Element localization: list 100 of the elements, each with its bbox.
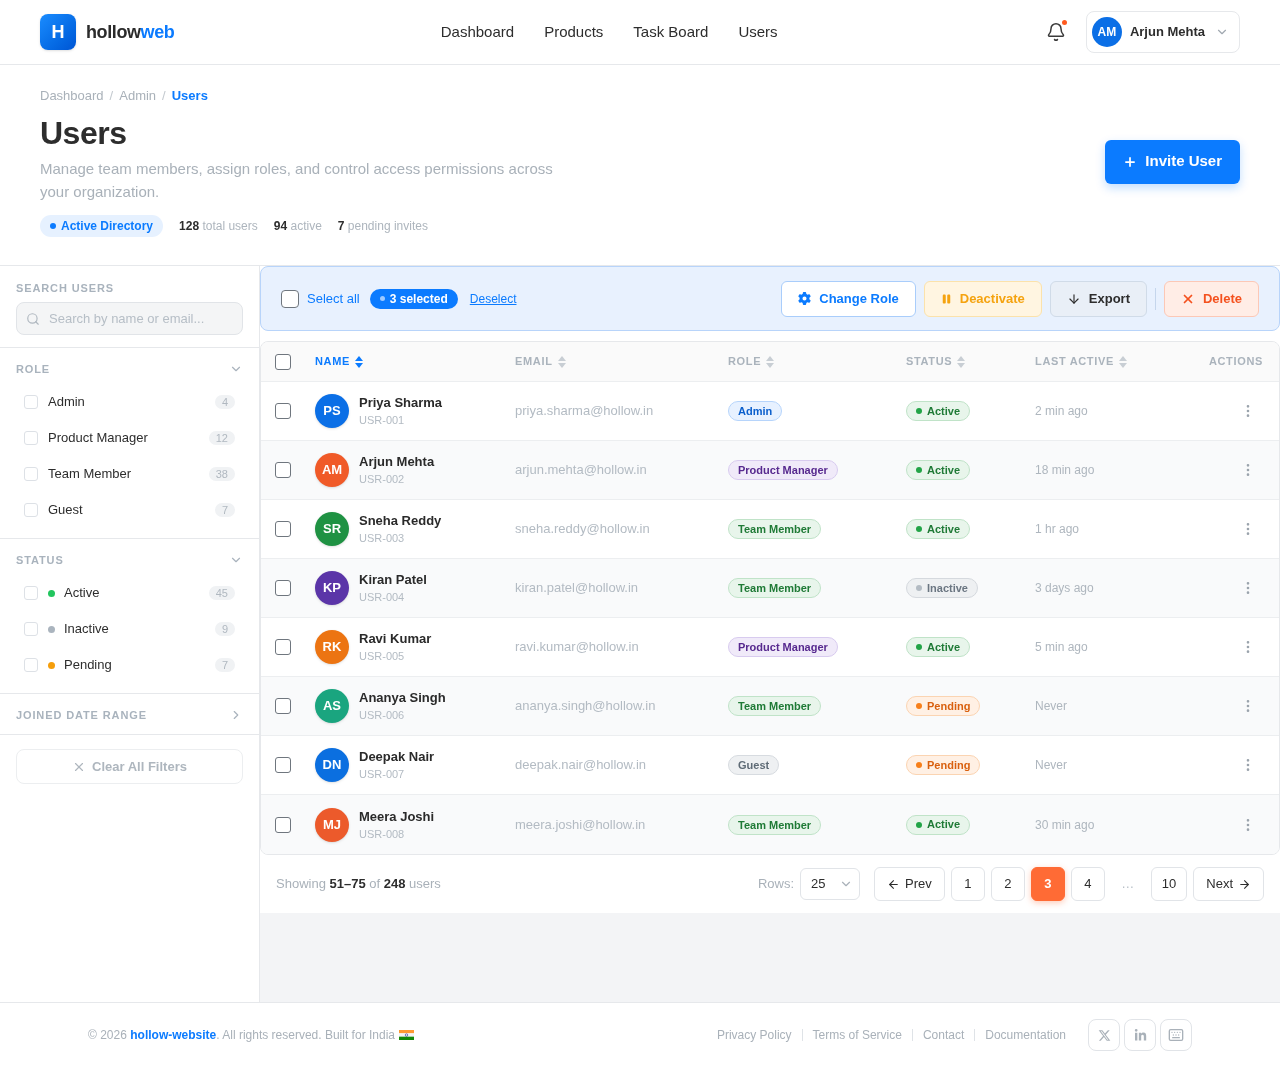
- search-field[interactable]: Search by name or email...: [16, 302, 243, 335]
- user-email: sneha.reddy@hollow.in: [515, 520, 651, 539]
- page-button[interactable]: 4: [1070, 867, 1105, 901]
- nav-link[interactable]: Dashboard: [440, 20, 515, 44]
- row-checkbox[interactable]: [275, 521, 291, 537]
- user-email: priya.sharma@hollow.in: [515, 402, 655, 421]
- role-badge: Team Member: [728, 696, 822, 716]
- user-name: Priya Sharma: [359, 395, 443, 411]
- filter-checkbox[interactable]: [24, 395, 38, 409]
- page-description: Manage team members, assign roles, and control access permissions across your organization.: [40, 159, 554, 202]
- select-all-rows-checkbox[interactable]: [275, 353, 291, 370]
- user-id: USR-006: [359, 708, 406, 722]
- user-id: USR-001: [359, 413, 406, 427]
- row-checkbox[interactable]: [275, 580, 291, 596]
- export-button[interactable]: Export: [1049, 280, 1147, 317]
- status-label: Active: [927, 817, 961, 833]
- pause-icon: [940, 292, 952, 305]
- user-id: USR-002: [359, 472, 406, 486]
- page-button[interactable]: 1: [950, 867, 985, 901]
- change-role-button[interactable]: Change Role: [781, 280, 916, 317]
- user-avatar: AM: [1091, 17, 1122, 47]
- role-badge: Admin: [728, 401, 783, 421]
- count-badge: 45: [208, 586, 235, 600]
- status-label: Active: [927, 521, 961, 537]
- user-email: arjun.mehta@hollow.in: [515, 461, 648, 480]
- user-email: ravi.kumar@hollow.in: [515, 638, 640, 657]
- filter-checkbox[interactable]: [24, 503, 38, 517]
- page-button[interactable]: 10: [1150, 867, 1188, 901]
- user-email: deepak.nair@hollow.in: [515, 756, 647, 775]
- previous-page-button[interactable]: Prev: [874, 867, 945, 901]
- user-name: Deepak Nair: [359, 749, 435, 765]
- table-row[interactable]: MJ Meera Joshi USR-008 meera.joshi@hollow.in Team Member Active 30 min ago: [261, 795, 1279, 854]
- user-email: ananya.singh@hollow.in: [515, 697, 657, 716]
- role-badge: Guest: [728, 755, 780, 775]
- select-all-checkbox[interactable]: [281, 289, 299, 308]
- arrow-left-icon: [887, 877, 901, 891]
- filter-checkbox[interactable]: [24, 467, 38, 481]
- user-avatar: KP: [315, 571, 349, 605]
- select-all-label[interactable]: Select all: [307, 288, 360, 309]
- user-name: Sneha Reddy: [359, 513, 442, 529]
- role-badge: Team Member: [728, 578, 822, 598]
- invite-user-button[interactable]: Invite User: [1105, 139, 1240, 184]
- filter-checkbox[interactable]: [24, 658, 38, 672]
- filter-option-label[interactable]: Inactive: [64, 619, 215, 639]
- user-avatar: MJ: [315, 807, 349, 842]
- table-row[interactable]: AM Arjun Mehta USR-002 arjun.mehta@hollow.in Product Manager Active 18 min ago: [261, 441, 1279, 500]
- row-checkbox[interactable]: [275, 757, 291, 773]
- filter-option-label[interactable]: Pending: [64, 655, 215, 675]
- filter-checkbox[interactable]: [24, 431, 38, 445]
- x-social-button[interactable]: [1088, 1019, 1120, 1051]
- last-active-time: 5 min ago: [1035, 639, 1089, 656]
- sort-icon: [557, 355, 566, 368]
- filter-option-label[interactable]: Guest: [48, 500, 215, 520]
- status-label: Inactive: [927, 580, 968, 596]
- copyright-text: © 2026 hollow-website. All rights reserved. Built for India: [88, 1027, 395, 1044]
- column-header[interactable]: NAME: [315, 353, 364, 370]
- row-checkbox[interactable]: [275, 462, 291, 478]
- page-button[interactable]: 2: [990, 867, 1025, 901]
- sort-icon: [1118, 355, 1127, 368]
- filter-option-label[interactable]: Admin: [48, 392, 215, 412]
- sort-icon: [766, 355, 775, 368]
- row-checkbox[interactable]: [275, 816, 291, 833]
- user-id: USR-008: [359, 826, 406, 841]
- nav-link[interactable]: Products: [544, 20, 604, 44]
- page-title: Users: [40, 114, 128, 152]
- user-id: USR-007: [359, 767, 406, 781]
- row-checkbox[interactable]: [275, 698, 291, 714]
- breadcrumb-link[interactable]: Users: [171, 86, 208, 106]
- count-badge: 9: [214, 622, 235, 636]
- keyboard-icon: [1168, 1027, 1184, 1043]
- page-ellipsis: …: [1120, 875, 1136, 894]
- count-badge: 7: [214, 658, 235, 672]
- filter-checkbox[interactable]: [24, 622, 38, 636]
- linkedin-button[interactable]: [1124, 1019, 1156, 1051]
- nav-link[interactable]: Users: [738, 20, 778, 44]
- row-checkbox[interactable]: [275, 639, 291, 655]
- next-page-button[interactable]: Next: [1193, 867, 1264, 901]
- user-avatar: SR: [315, 512, 349, 546]
- user-email: meera.joshi@hollow.in: [515, 815, 647, 834]
- table-row[interactable]: KP Kiran Patel USR-004 kiran.patel@hollow.in Team Member Inactive 3 days ago: [261, 559, 1279, 618]
- filter-option-label[interactable]: Team Member: [48, 464, 209, 484]
- deselect-link[interactable]: Deselect: [469, 289, 517, 308]
- user-name: Arjun Mehta: [359, 454, 435, 470]
- filter-checkbox[interactable]: [24, 586, 38, 600]
- rows-per-page-select[interactable]: 25: [800, 868, 861, 900]
- user-menu-button[interactable]: AM Arjun Mehta: [1085, 11, 1240, 53]
- filter-option-label[interactable]: Product Manager: [48, 428, 209, 448]
- table-row[interactable]: AS Ananya Singh USR-006 ananya.singh@hollow.in Team Member Pending Never: [261, 677, 1279, 736]
- row-checkbox[interactable]: [275, 403, 291, 419]
- keyboard-button[interactable]: [1160, 1019, 1192, 1051]
- rows-label: Rows:: [757, 875, 795, 894]
- linkedin-icon: [1133, 1028, 1147, 1042]
- user-avatar: AS: [315, 689, 349, 723]
- user-id: USR-004: [359, 590, 406, 604]
- nav-link[interactable]: Task Board: [633, 20, 709, 44]
- bell-icon: [1045, 22, 1066, 42]
- count-badge: 7: [214, 503, 235, 517]
- count-badge: 38: [208, 467, 235, 481]
- stat-text: 7 pending invites: [337, 218, 428, 235]
- filter-option-label[interactable]: Active: [64, 583, 209, 603]
